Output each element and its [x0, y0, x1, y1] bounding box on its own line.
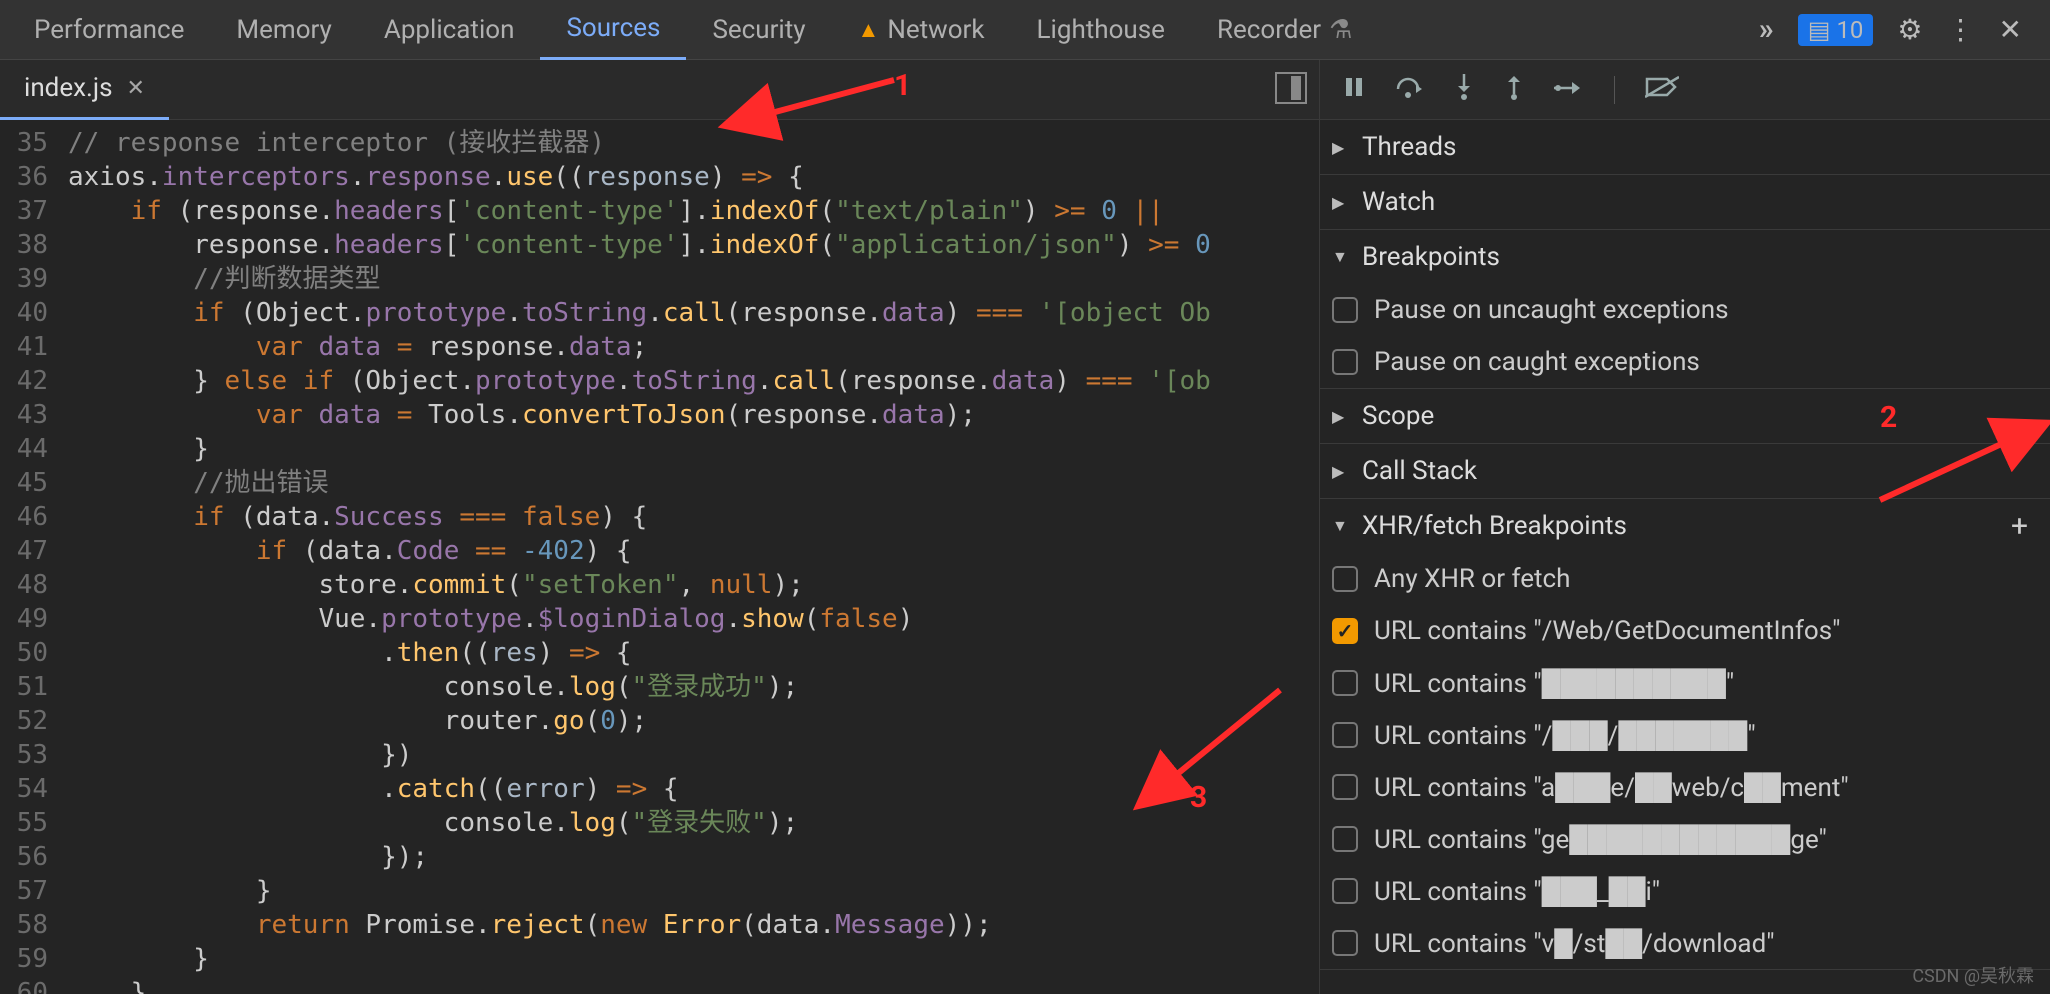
- warning-icon: ▲: [858, 17, 880, 43]
- checkbox-icon: [1332, 349, 1358, 375]
- issues-icon: ▤: [1808, 16, 1831, 44]
- chevron-right-icon: ▶: [1332, 193, 1352, 212]
- section-xhr-breakpoints[interactable]: ▼XHR/fetch Breakpoints+: [1320, 499, 2050, 553]
- chevron-right-icon: ▶: [1332, 407, 1352, 426]
- step-icon[interactable]: [1554, 76, 1584, 104]
- xhr-breakpoint-label: URL contains "███_██i": [1374, 876, 1660, 907]
- xhr-breakpoint-label: Any XHR or fetch: [1374, 564, 1570, 594]
- debugger-toolbar: [1320, 60, 2050, 120]
- file-tab-label: index.js: [24, 73, 113, 103]
- pause-uncaught-checkbox[interactable]: Pause on uncaught exceptions: [1320, 284, 2050, 336]
- add-xhr-breakpoint-button[interactable]: +: [2001, 509, 2038, 544]
- step-over-icon[interactable]: [1396, 75, 1424, 105]
- checkbox-icon: [1332, 826, 1358, 852]
- toggle-navigator-icon[interactable]: [1275, 72, 1307, 104]
- code-content: // response interceptor (接收拦截器)axios.int…: [60, 120, 1319, 994]
- xhr-breakpoint-item[interactable]: URL contains "a███e/██web/c██ment": [1320, 761, 2050, 813]
- checkbox-icon: [1332, 618, 1358, 644]
- watermark: CSDN @吴秋霖: [1912, 962, 2034, 988]
- pause-icon[interactable]: [1342, 75, 1366, 105]
- pause-caught-checkbox[interactable]: Pause on caught exceptions: [1320, 336, 2050, 388]
- gear-icon[interactable]: ⚙: [1897, 13, 1922, 46]
- xhr-breakpoint-item[interactable]: URL contains "███_██i": [1320, 865, 2050, 917]
- more-tabs-icon[interactable]: »: [1759, 12, 1774, 47]
- tab-memory[interactable]: Memory: [210, 0, 357, 60]
- checkbox-icon: [1332, 670, 1358, 696]
- xhr-breakpoint-item[interactable]: URL contains "ge████████████ge": [1320, 813, 2050, 865]
- tab-sources[interactable]: Sources: [540, 0, 686, 60]
- step-out-icon[interactable]: [1504, 74, 1524, 106]
- section-breakpoints[interactable]: ▼Breakpoints: [1320, 230, 2050, 284]
- close-icon[interactable]: ✕: [127, 76, 145, 101]
- xhr-breakpoint-label: URL contains "ge████████████ge": [1374, 824, 1827, 855]
- tab-application[interactable]: Application: [358, 0, 541, 60]
- xhr-breakpoint-item[interactable]: URL contains "██████████": [1320, 657, 2050, 709]
- code-editor[interactable]: 3536373839404142434445464748495051525354…: [0, 120, 1319, 994]
- chevron-down-icon: ▼: [1332, 516, 1352, 536]
- xhr-breakpoint-label: URL contains "/Web/GetDocumentInfos": [1374, 616, 1841, 646]
- file-tabs: index.js ✕: [0, 60, 1319, 120]
- section-callstack[interactable]: ▶Call Stack: [1320, 444, 2050, 498]
- chevron-right-icon: ▶: [1332, 462, 1352, 481]
- checkbox-icon: [1332, 722, 1358, 748]
- tab-performance[interactable]: Performance: [8, 0, 210, 60]
- xhr-breakpoint-label: URL contains "██████████": [1374, 668, 1734, 699]
- checkbox-icon: [1332, 774, 1358, 800]
- xhr-breakpoint-item[interactable]: URL contains "/Web/GetDocumentInfos": [1320, 605, 2050, 657]
- close-icon[interactable]: ✕: [1999, 13, 2022, 46]
- toolbar-separator: [1614, 76, 1615, 104]
- step-into-icon[interactable]: [1454, 74, 1474, 106]
- issues-counter[interactable]: ▤10: [1798, 14, 1874, 46]
- section-watch[interactable]: ▶Watch: [1320, 175, 2050, 229]
- flask-icon: ⚗: [1329, 15, 1352, 45]
- xhr-breakpoint-item[interactable]: URL contains "/███/███████": [1320, 709, 2050, 761]
- checkbox-icon: [1332, 297, 1358, 323]
- checkbox-icon: [1332, 930, 1358, 956]
- section-scope[interactable]: ▶Scope: [1320, 389, 2050, 443]
- kebab-icon[interactable]: ⋮: [1947, 13, 1975, 46]
- tab-network[interactable]: ▲Network: [832, 0, 1011, 60]
- section-threads[interactable]: ▶Threads: [1320, 120, 2050, 174]
- xhr-breakpoint-label: URL contains "/███/███████": [1374, 720, 1756, 751]
- panel-tabs: Performance Memory Application Sources S…: [0, 0, 2050, 60]
- deactivate-breakpoints-icon[interactable]: [1645, 75, 1679, 105]
- xhr-breakpoint-label: URL contains "a███e/██web/c██ment": [1374, 772, 1849, 803]
- file-tab-indexjs[interactable]: index.js ✕: [0, 60, 169, 120]
- line-gutter: 3536373839404142434445464748495051525354…: [0, 120, 60, 994]
- tab-lighthouse[interactable]: Lighthouse: [1011, 0, 1191, 60]
- xhr-breakpoint-item[interactable]: Any XHR or fetch: [1320, 553, 2050, 605]
- checkbox-icon: [1332, 878, 1358, 904]
- xhr-breakpoint-label: URL contains "v█/st██/download": [1374, 928, 1775, 959]
- chevron-down-icon: ▼: [1332, 247, 1352, 267]
- chevron-right-icon: ▶: [1332, 138, 1352, 157]
- tab-security[interactable]: Security: [686, 0, 831, 60]
- tab-recorder[interactable]: Recorder⚗: [1191, 0, 1378, 60]
- checkbox-icon: [1332, 566, 1358, 592]
